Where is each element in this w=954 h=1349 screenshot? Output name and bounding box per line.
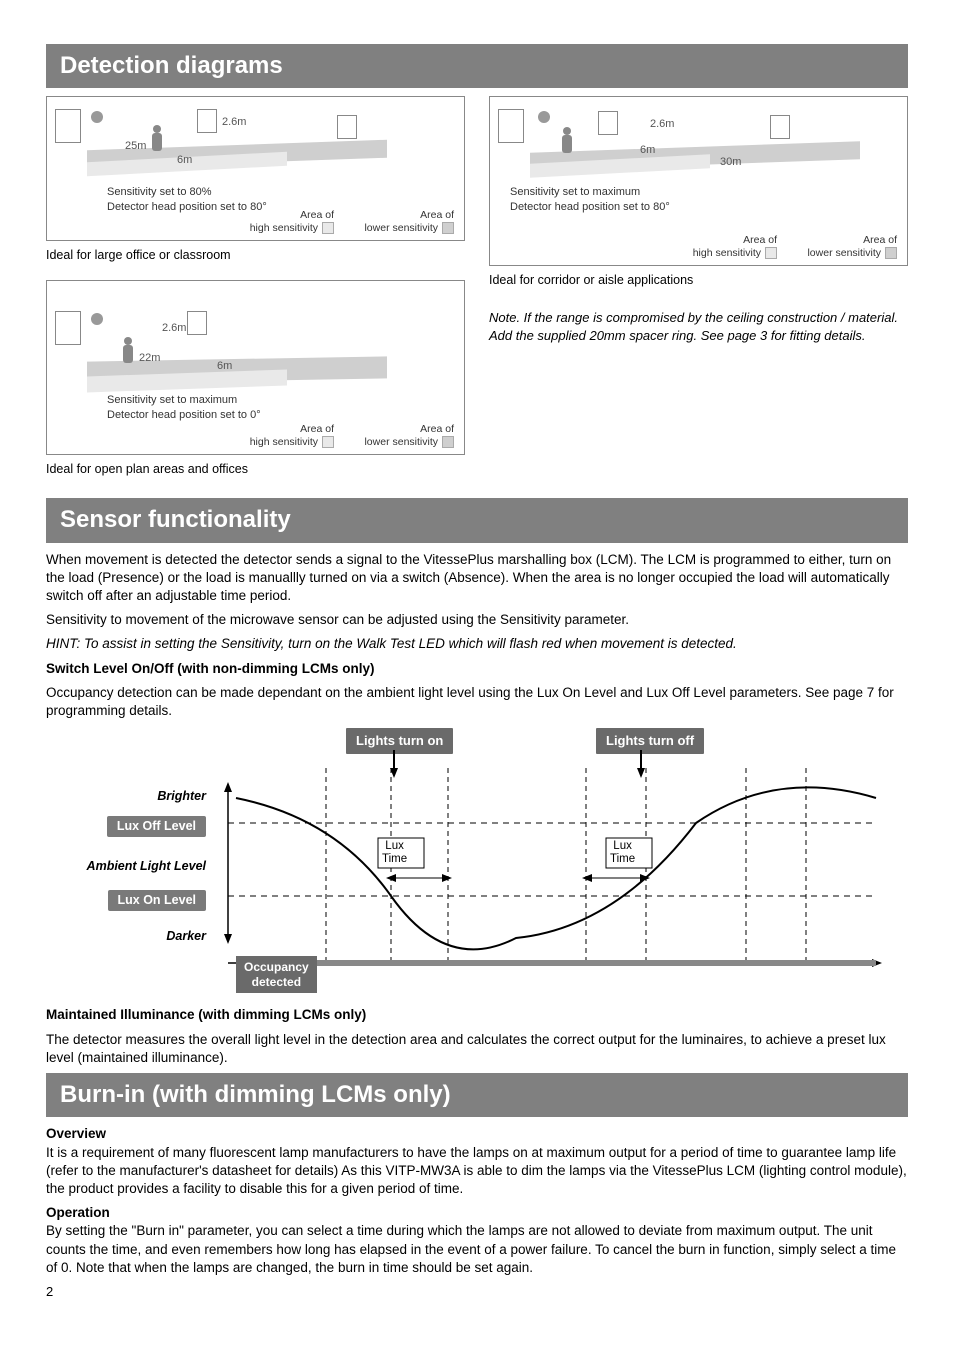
section-header-sensor: Sensor functionality <box>46 498 908 542</box>
lux-off-badge: Lux Off Level <box>107 816 206 837</box>
sensor-p1: When movement is detected the detector s… <box>46 551 908 606</box>
sensor-p-maint: The detector measures the overall light … <box>46 1031 908 1067</box>
diagrams-row-1: 2.6m 25m 6m Sensitivity set to 80% Detec… <box>46 96 908 494</box>
d1-height: 2.6m <box>222 115 246 130</box>
d3-height: 2.6m <box>650 117 674 132</box>
diagram-note: Note. If the range is compromised by the… <box>489 309 908 344</box>
d2-settings-l1: Sensitivity set to maximum <box>107 393 261 408</box>
diagram-3: 2.6m 6m 30m Sensitivity set to maximum D… <box>489 96 908 266</box>
d1-range-near: 6m <box>177 153 192 168</box>
diagram-1: 2.6m 25m 6m Sensitivity set to 80% Detec… <box>46 96 465 241</box>
burnin-h-operation: Operation <box>46 1204 908 1222</box>
sensor-h-maint: Maintained Illuminance (with dimming LCM… <box>46 1006 908 1024</box>
section-header-burnin: Burn-in (with dimming LCMs only) <box>46 1073 908 1117</box>
d2-settings-l2: Detector head position set to 0° <box>107 408 261 423</box>
d2-range-mid: 22m <box>139 351 160 366</box>
lux-ambient: Ambient Light Level <box>66 858 206 875</box>
lux-darker: Darker <box>66 928 206 945</box>
lux-brighter: Brighter <box>66 788 206 805</box>
d1-settings-l1: Sensitivity set to 80% <box>107 185 267 200</box>
d2-height: 2.6m <box>162 321 186 336</box>
sensor-p-switch: Occupancy detection can be made dependan… <box>46 684 908 720</box>
burnin-h-overview: Overview <box>46 1125 908 1143</box>
diagram-1-caption: Ideal for large office or classroom <box>46 247 465 264</box>
burnin-p-operation: By setting the "Burn in" parameter, you … <box>46 1222 908 1277</box>
sensor-p2: Sensitivity to movement of the microwave… <box>46 611 908 629</box>
lux-on-badge: Lux On Level <box>108 890 207 911</box>
diagram-2: 2.6m 22m 6m Sensitivity set to maximum D… <box>46 280 465 455</box>
d3-legend-lo: Area of lower sensitivity <box>807 234 897 259</box>
d1-legend-lo: Area of lower sensitivity <box>364 209 454 234</box>
burnin-p-overview: It is a requirement of many fluorescent … <box>46 1144 908 1199</box>
d3-range-far: 30m <box>720 155 741 170</box>
d3-range-near: 6m <box>640 143 655 158</box>
d1-settings-l2: Detector head position set to 80° <box>107 200 267 215</box>
d1-range-far: 25m <box>125 139 146 154</box>
sensor-h-switch: Switch Level On/Off (with non-dimming LC… <box>46 660 908 678</box>
lux-occupancy: Occupancy detected <box>236 956 317 993</box>
d2-range-near: 6m <box>217 359 232 374</box>
page-number: 2 <box>46 1283 908 1301</box>
lux-time-2: Lux Time <box>610 840 635 865</box>
d2-legend-lo: Area of lower sensitivity <box>364 423 454 448</box>
lux-time-1: Lux Time <box>382 840 407 865</box>
d3-settings-l2: Detector head position set to 80° <box>510 200 670 215</box>
sensor-hint: HINT: To assist in setting the Sensitivi… <box>46 635 908 653</box>
diagram-3-caption: Ideal for corridor or aisle applications <box>489 272 908 289</box>
section-header-detection: Detection diagrams <box>46 44 908 88</box>
lux-diagram: Lights turn on Lights turn off Brighter … <box>86 728 908 998</box>
diagram-2-caption: Ideal for open plan areas and offices <box>46 461 465 478</box>
d3-settings-l1: Sensitivity set to maximum <box>510 185 670 200</box>
